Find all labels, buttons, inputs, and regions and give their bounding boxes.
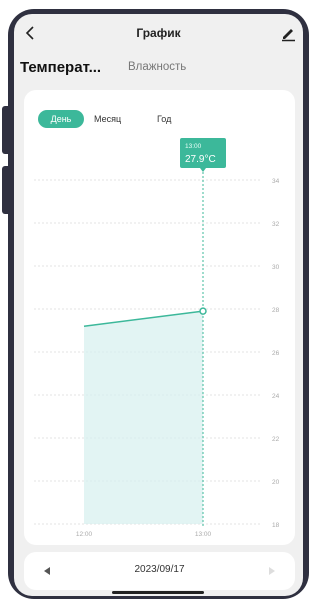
chart-card: День Месяц Год 34 32 30 28 26 24 22 20 18 13:00 27…	[24, 90, 295, 545]
y-tick-label: 24	[272, 393, 280, 400]
page-title: График	[136, 26, 181, 40]
nav-bar: График	[14, 14, 303, 52]
app-screen: График Температ... Влажность День Месяц …	[14, 14, 303, 596]
y-tick-label: 20	[272, 479, 280, 486]
date-label: 2023/09/17	[134, 564, 185, 575]
y-tick-label: 22	[272, 436, 280, 443]
home-indicator	[112, 591, 204, 594]
x-tick-label: 12:00	[76, 531, 93, 538]
period-day-button[interactable]: День	[38, 110, 84, 128]
date-pager: 2023/09/17	[24, 552, 295, 590]
period-month-button[interactable]: Месяц	[94, 110, 121, 128]
y-tick-label: 28	[272, 307, 280, 314]
y-tick-label: 26	[272, 350, 280, 357]
tooltip-pointer	[200, 168, 206, 172]
tab-temperature[interactable]: Температ...	[20, 59, 101, 76]
series-area	[84, 311, 203, 524]
tab-humidity[interactable]: Влажность	[128, 61, 186, 73]
y-tick-label: 30	[272, 264, 280, 271]
period-year-button[interactable]: Год	[157, 110, 171, 128]
tooltip-time: 13:00	[185, 143, 202, 150]
edit-pencil-icon[interactable]	[279, 24, 297, 42]
y-tick-label: 32	[272, 221, 280, 228]
temperature-chart[interactable]: 34 32 30 28 26 24 22 20 18 13:00 27.9°C 12:00 13:00	[24, 138, 295, 538]
x-tick-label: 13:00	[195, 531, 212, 538]
data-point-marker	[199, 307, 207, 315]
tooltip-value: 27.9°C	[185, 154, 216, 165]
y-tick-label: 34	[272, 178, 280, 185]
y-tick-label: 18	[272, 522, 280, 529]
next-date-icon[interactable]	[269, 567, 275, 575]
